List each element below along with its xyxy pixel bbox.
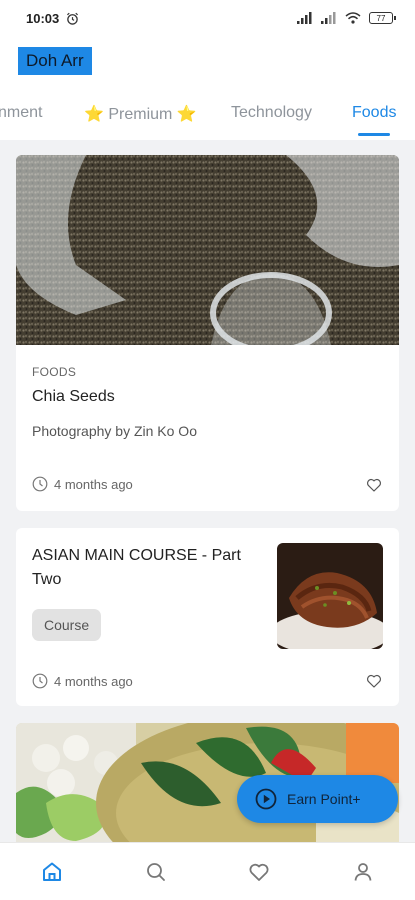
food-thumbnail: [277, 543, 383, 649]
nav-favorites[interactable]: [234, 847, 284, 897]
chia-seeds-image: [16, 155, 399, 345]
home-icon: [42, 862, 61, 881]
app-title: Doh Arr: [18, 47, 92, 75]
tab-premium[interactable]: ⭐ Premium ⭐: [84, 100, 197, 128]
status-bar: 10:03 77: [0, 0, 415, 36]
profile-icon: [354, 862, 372, 881]
tab-entertainment[interactable]: nment: [0, 100, 42, 126]
card-meta: 4 months ago: [32, 673, 133, 689]
status-time: 10:03: [26, 10, 60, 26]
card-time: 4 months ago: [54, 673, 133, 689]
card-subtitle: Photography by Zin Ko Oo: [32, 423, 197, 439]
status-right: 77: [297, 12, 396, 24]
signal-icon-2: [321, 12, 336, 24]
card-meta: 4 months ago: [32, 476, 133, 492]
favorite-icon[interactable]: [365, 672, 383, 690]
tab-technology[interactable]: Technology: [231, 100, 312, 126]
status-left: 10:03: [26, 11, 79, 26]
search-icon: [146, 862, 165, 881]
card-time: 4 months ago: [54, 476, 133, 492]
card-title: ASIAN MAIN COURSE - Part Two: [32, 547, 241, 588]
play-circle-icon: [255, 788, 277, 810]
heart-icon: [249, 863, 269, 881]
clock-icon: [32, 673, 48, 689]
alarm-icon: [67, 12, 79, 25]
category-tabs: nment ⭐ Premium ⭐ Technology Foods: [0, 100, 415, 140]
card-title: Chia Seeds: [32, 388, 115, 405]
nav-profile[interactable]: [338, 847, 388, 897]
earn-point-button[interactable]: Earn Point+: [237, 775, 398, 823]
clock-icon: [32, 476, 48, 492]
bottom-navigation: [0, 842, 415, 900]
nav-home[interactable]: [27, 847, 77, 897]
nav-search[interactable]: [131, 847, 181, 897]
article-card-asian-main-course[interactable]: ASIAN MAIN COURSE - Part Two Course 4 mo…: [16, 528, 399, 706]
wifi-icon: [345, 12, 361, 24]
header: Doh Arr nment ⭐ Premium ⭐ Technology Foo…: [0, 36, 415, 140]
signal-icon: [297, 12, 312, 24]
course-chip[interactable]: Course: [32, 609, 102, 641]
battery-icon: 77: [369, 12, 396, 24]
article-card-chia-seeds[interactable]: FOODS Chia Seeds Photography by Zin Ko O…: [16, 155, 399, 511]
earn-point-label: Earn Point+: [287, 791, 361, 807]
favorite-icon[interactable]: [365, 476, 383, 494]
battery-level: 77: [376, 13, 386, 23]
card-category: FOODS: [32, 365, 77, 379]
tab-foods[interactable]: Foods: [352, 100, 396, 136]
